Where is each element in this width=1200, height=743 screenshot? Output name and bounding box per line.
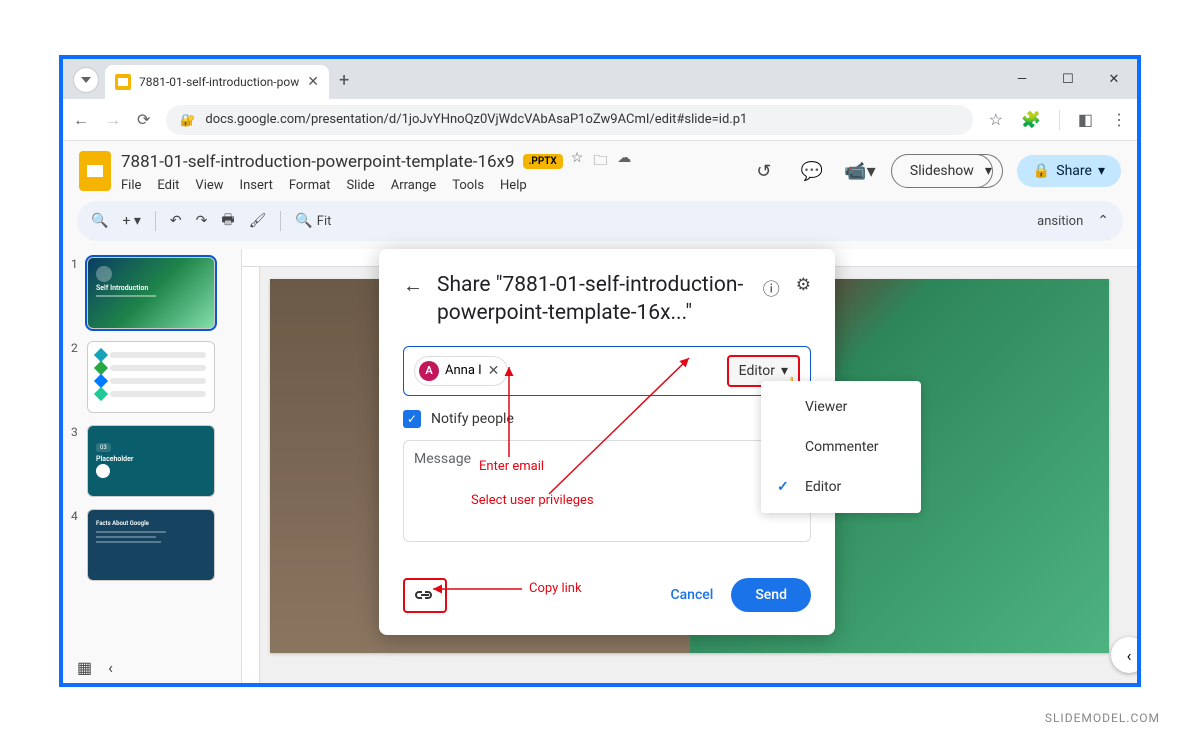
- back-arrow-icon[interactable]: ←: [403, 273, 423, 298]
- notify-row[interactable]: ✓ Notify people: [403, 410, 811, 428]
- slide-panel[interactable]: 1 Self Introduction 2: [63, 249, 241, 683]
- slides-app: 7881-01-self-introduction-powerpoint-tem…: [63, 141, 1137, 683]
- browser-tab[interactable]: 7881-01-self-introduction-pow ✕: [105, 65, 329, 99]
- watermark: SLIDEMODEL.COM: [1045, 711, 1160, 725]
- site-info-icon[interactable]: 🔐: [180, 113, 195, 127]
- minimize-button[interactable]: —: [999, 59, 1045, 99]
- toolbar: 🔍 + ▾ ↶ ↷ 🖶 🖌 🔍 Fit ansition ⌃: [77, 201, 1123, 241]
- role-viewer[interactable]: Viewer: [761, 387, 921, 427]
- new-tab-button[interactable]: +: [339, 70, 349, 91]
- menu-bar: File Edit View Insert Format Slide Arran…: [121, 178, 737, 193]
- back-icon[interactable]: ←: [73, 110, 89, 130]
- window-controls: — ☐ ✕: [999, 59, 1137, 99]
- forward-icon[interactable]: →: [105, 110, 121, 130]
- menu-file[interactable]: File: [121, 178, 141, 193]
- slide-thumb-2[interactable]: 2: [71, 341, 233, 413]
- menu-insert[interactable]: Insert: [240, 178, 273, 193]
- menu-edit[interactable]: Edit: [157, 178, 179, 193]
- paint-format-icon[interactable]: 🖌: [249, 213, 267, 229]
- address-bar: ← → ⟳ 🔐 docs.google.com/presentation/d/1…: [63, 99, 1137, 141]
- browser-window: 7881-01-self-introduction-pow ✕ + — ☐ ✕ …: [59, 55, 1141, 687]
- cancel-button[interactable]: Cancel: [652, 579, 731, 611]
- print-icon[interactable]: 🖶: [221, 209, 234, 233]
- notify-checkbox[interactable]: ✓: [403, 410, 421, 428]
- role-editor[interactable]: Editor: [761, 467, 921, 507]
- extensions-icon[interactable]: 🧩: [1021, 110, 1041, 129]
- redo-icon[interactable]: ↷: [196, 213, 208, 229]
- zoom-control[interactable]: 🔍 Fit: [295, 213, 331, 229]
- gear-icon[interactable]: ⚙: [796, 275, 811, 300]
- slideshow-dropdown[interactable]: ▾: [975, 154, 1003, 188]
- remove-chip-icon[interactable]: ✕: [488, 363, 500, 379]
- share-dialog: ← Share "7881-01-self-introduction-power…: [379, 249, 835, 635]
- move-doc-icon[interactable]: 🗀: [593, 150, 607, 174]
- url-input[interactable]: 🔐 docs.google.com/presentation/d/1joJvYH…: [166, 105, 972, 135]
- dialog-title: Share "7881-01-self-introduction-powerpo…: [437, 271, 749, 328]
- message-input[interactable]: Message: [403, 440, 811, 542]
- share-button[interactable]: 🔒 Share ▾: [1017, 155, 1121, 187]
- people-input[interactable]: A Anna I ✕ Editor ▾ 👆: [403, 346, 811, 396]
- role-dropdown: Viewer Commenter Editor: [761, 381, 921, 513]
- slides-logo[interactable]: [79, 151, 111, 191]
- tab-title: 7881-01-self-introduction-pow: [139, 75, 299, 89]
- search-tabs-button[interactable]: [73, 67, 99, 93]
- menu-arrange[interactable]: Arrange: [391, 178, 436, 193]
- close-tab-icon[interactable]: ✕: [307, 74, 319, 90]
- pptx-badge: .PPTX: [523, 154, 563, 169]
- person-chip[interactable]: A Anna I ✕: [414, 356, 508, 386]
- slide-thumb-1[interactable]: 1 Self Introduction: [71, 257, 233, 329]
- history-icon[interactable]: ↺: [747, 154, 781, 188]
- document-title[interactable]: 7881-01-self-introduction-powerpoint-tem…: [121, 152, 515, 172]
- slide-thumb-4[interactable]: 4 Facts About Google: [71, 509, 233, 581]
- chevron-down-icon: ▾: [1098, 163, 1105, 179]
- ruler-vertical: [242, 267, 260, 683]
- new-slide-button[interactable]: + ▾: [122, 213, 140, 229]
- comments-icon[interactable]: 💬: [795, 154, 829, 188]
- menu-help[interactable]: Help: [500, 178, 527, 193]
- slides-favicon: [115, 74, 131, 90]
- menu-slide[interactable]: Slide: [346, 178, 374, 193]
- help-icon[interactable]: ⓘ: [763, 275, 780, 300]
- chrome-menu-icon[interactable]: ⋮: [1111, 110, 1127, 129]
- close-window-button[interactable]: ✕: [1091, 59, 1137, 99]
- maximize-button[interactable]: ☐: [1045, 59, 1091, 99]
- url-text: docs.google.com/presentation/d/1joJvYHno…: [205, 112, 747, 127]
- reload-icon[interactable]: ⟳: [137, 110, 150, 129]
- role-commenter[interactable]: Commenter: [761, 427, 921, 467]
- star-icon[interactable]: ☆: [989, 110, 1003, 129]
- send-button[interactable]: Send: [731, 578, 811, 612]
- bottom-controls: ▦ ‹: [77, 658, 113, 677]
- transition-button[interactable]: ansition: [1037, 214, 1083, 229]
- grid-view-icon[interactable]: ▦: [77, 658, 92, 677]
- chevron-left-icon: ‹: [1127, 646, 1132, 665]
- chip-name: Anna I: [445, 363, 482, 378]
- collapse-toolbar-icon[interactable]: ⌃: [1097, 213, 1109, 229]
- prev-icon[interactable]: ‹: [108, 658, 113, 677]
- search-tool-icon[interactable]: 🔍: [91, 213, 108, 229]
- cloud-status-icon: ☁: [617, 150, 631, 174]
- avatar: A: [419, 361, 439, 381]
- menu-format[interactable]: Format: [289, 178, 331, 193]
- copy-link-button[interactable]: [403, 578, 447, 613]
- undo-icon[interactable]: ↶: [170, 213, 182, 229]
- present-icon[interactable]: 📹▾: [843, 154, 877, 188]
- lock-icon: 🔒: [1033, 163, 1050, 179]
- menu-view[interactable]: View: [195, 178, 223, 193]
- divider: [1059, 110, 1060, 130]
- star-doc-icon[interactable]: ☆: [571, 150, 584, 174]
- app-header: 7881-01-self-introduction-powerpoint-tem…: [63, 141, 1137, 201]
- slide-thumb-3[interactable]: 3 03 Placeholder: [71, 425, 233, 497]
- menu-tools[interactable]: Tools: [452, 178, 484, 193]
- tab-strip: 7881-01-self-introduction-pow ✕ + — ☐ ✕: [63, 59, 1137, 99]
- sidepanel-icon[interactable]: ◧: [1078, 110, 1093, 129]
- notify-label: Notify people: [431, 411, 514, 427]
- main-area: 1 Self Introduction 2: [63, 249, 1137, 683]
